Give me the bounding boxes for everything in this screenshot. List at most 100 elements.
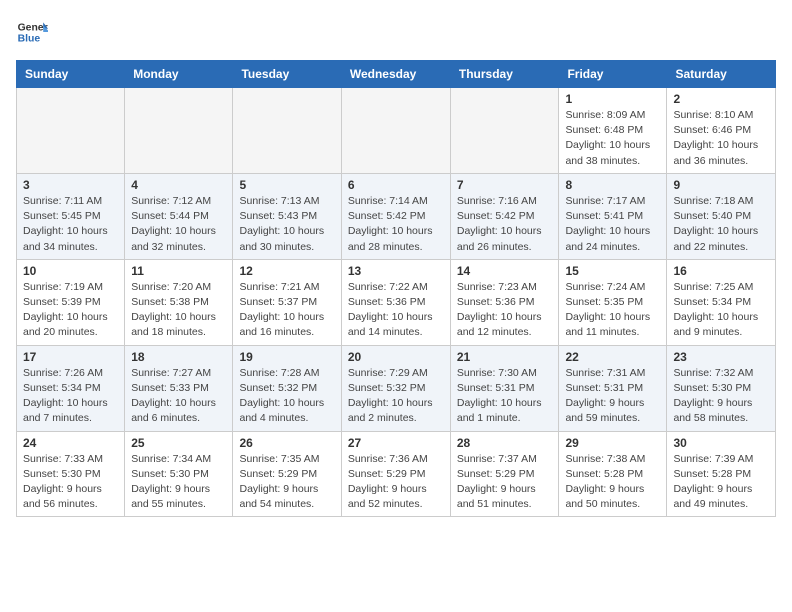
calendar-cell: 18 Sunrise: 7:27 AM Sunset: 5:33 PM Dayli… xyxy=(125,345,233,431)
calendar-cell: 15 Sunrise: 7:24 AM Sunset: 5:35 PM Dayli… xyxy=(559,259,667,345)
day-number: 7 xyxy=(457,178,553,192)
day-info: Sunrise: 7:33 AM Sunset: 5:30 PM Dayligh… xyxy=(23,452,118,513)
calendar-cell: 23 Sunrise: 7:32 AM Sunset: 5:30 PM Dayli… xyxy=(667,345,776,431)
day-number: 22 xyxy=(565,350,660,364)
calendar-cell: 24 Sunrise: 7:33 AM Sunset: 5:30 PM Dayli… xyxy=(17,431,125,517)
day-number: 16 xyxy=(673,264,769,278)
page-header: General Blue xyxy=(16,16,776,48)
day-info: Sunrise: 7:30 AM Sunset: 5:31 PM Dayligh… xyxy=(457,366,553,427)
calendar-cell: 4 Sunrise: 7:12 AM Sunset: 5:44 PM Daylig… xyxy=(125,173,233,259)
calendar-cell: 26 Sunrise: 7:35 AM Sunset: 5:29 PM Dayli… xyxy=(233,431,341,517)
day-info: Sunrise: 7:28 AM Sunset: 5:32 PM Dayligh… xyxy=(239,366,334,427)
calendar-cell: 3Sunrise: 7:11 AM Sunset: 5:45 PM Daylig… xyxy=(17,173,125,259)
calendar-cell: 21 Sunrise: 7:30 AM Sunset: 5:31 PM Dayli… xyxy=(450,345,559,431)
day-number: 14 xyxy=(457,264,553,278)
day-info: Sunrise: 7:14 AM Sunset: 5:42 PM Dayligh… xyxy=(348,194,444,255)
calendar-cell: 19 Sunrise: 7:28 AM Sunset: 5:32 PM Dayli… xyxy=(233,345,341,431)
day-number: 24 xyxy=(23,436,118,450)
day-number: 13 xyxy=(348,264,444,278)
day-info: Sunrise: 7:19 AM Sunset: 5:39 PM Dayligh… xyxy=(23,280,118,341)
day-info: Sunrise: 7:13 AM Sunset: 5:43 PM Dayligh… xyxy=(239,194,334,255)
calendar-cell: 1Sunrise: 8:09 AM Sunset: 6:48 PM Daylig… xyxy=(559,88,667,174)
day-info: Sunrise: 7:23 AM Sunset: 5:36 PM Dayligh… xyxy=(457,280,553,341)
day-number: 23 xyxy=(673,350,769,364)
calendar-cell: 25 Sunrise: 7:34 AM Sunset: 5:30 PM Dayli… xyxy=(125,431,233,517)
day-number: 9 xyxy=(673,178,769,192)
calendar-cell xyxy=(17,88,125,174)
day-info: Sunrise: 7:24 AM Sunset: 5:35 PM Dayligh… xyxy=(565,280,660,341)
weekday-thursday: Thursday xyxy=(450,61,559,88)
day-info: Sunrise: 7:36 AM Sunset: 5:29 PM Dayligh… xyxy=(348,452,444,513)
day-info: Sunrise: 7:27 AM Sunset: 5:33 PM Dayligh… xyxy=(131,366,226,427)
day-number: 15 xyxy=(565,264,660,278)
day-info: Sunrise: 7:26 AM Sunset: 5:34 PM Dayligh… xyxy=(23,366,118,427)
weekday-monday: Monday xyxy=(125,61,233,88)
weekday-wednesday: Wednesday xyxy=(341,61,450,88)
calendar-cell: 14 Sunrise: 7:23 AM Sunset: 5:36 PM Dayli… xyxy=(450,259,559,345)
calendar-cell: 22 Sunrise: 7:31 AM Sunset: 5:31 PM Dayli… xyxy=(559,345,667,431)
day-info: Sunrise: 7:34 AM Sunset: 5:30 PM Dayligh… xyxy=(131,452,226,513)
logo: General Blue xyxy=(16,16,48,48)
calendar-cell: 2Sunrise: 8:10 AM Sunset: 6:46 PM Daylig… xyxy=(667,88,776,174)
day-number: 3 xyxy=(23,178,118,192)
day-number: 26 xyxy=(239,436,334,450)
weekday-sunday: Sunday xyxy=(17,61,125,88)
day-info: Sunrise: 7:25 AM Sunset: 5:34 PM Dayligh… xyxy=(673,280,769,341)
day-number: 30 xyxy=(673,436,769,450)
calendar-week-4: 17 Sunrise: 7:26 AM Sunset: 5:34 PM Dayli… xyxy=(17,345,776,431)
calendar-cell: 20 Sunrise: 7:29 AM Sunset: 5:32 PM Dayli… xyxy=(341,345,450,431)
day-info: Sunrise: 7:20 AM Sunset: 5:38 PM Dayligh… xyxy=(131,280,226,341)
weekday-saturday: Saturday xyxy=(667,61,776,88)
day-info: Sunrise: 7:12 AM Sunset: 5:44 PM Dayligh… xyxy=(131,194,226,255)
day-info: Sunrise: 7:29 AM Sunset: 5:32 PM Dayligh… xyxy=(348,366,444,427)
day-info: Sunrise: 7:38 AM Sunset: 5:28 PM Dayligh… xyxy=(565,452,660,513)
calendar-week-5: 24 Sunrise: 7:33 AM Sunset: 5:30 PM Dayli… xyxy=(17,431,776,517)
calendar-cell: 28 Sunrise: 7:37 AM Sunset: 5:29 PM Dayli… xyxy=(450,431,559,517)
calendar-cell xyxy=(341,88,450,174)
day-number: 11 xyxy=(131,264,226,278)
day-info: Sunrise: 7:17 AM Sunset: 5:41 PM Dayligh… xyxy=(565,194,660,255)
day-info: Sunrise: 7:32 AM Sunset: 5:30 PM Dayligh… xyxy=(673,366,769,427)
calendar-cell: 30 Sunrise: 7:39 AM Sunset: 5:28 PM Dayli… xyxy=(667,431,776,517)
calendar-cell: 6Sunrise: 7:14 AM Sunset: 5:42 PM Daylig… xyxy=(341,173,450,259)
weekday-tuesday: Tuesday xyxy=(233,61,341,88)
calendar-cell: 12Sunrise: 7:21 AM Sunset: 5:37 PM Dayli… xyxy=(233,259,341,345)
day-info: Sunrise: 7:31 AM Sunset: 5:31 PM Dayligh… xyxy=(565,366,660,427)
day-number: 25 xyxy=(131,436,226,450)
day-number: 18 xyxy=(131,350,226,364)
calendar-cell xyxy=(450,88,559,174)
day-number: 29 xyxy=(565,436,660,450)
calendar-body: 1Sunrise: 8:09 AM Sunset: 6:48 PM Daylig… xyxy=(17,88,776,517)
day-number: 5 xyxy=(239,178,334,192)
day-info: Sunrise: 7:21 AM Sunset: 5:37 PM Dayligh… xyxy=(239,280,334,341)
weekday-friday: Friday xyxy=(559,61,667,88)
day-number: 17 xyxy=(23,350,118,364)
day-info: Sunrise: 7:18 AM Sunset: 5:40 PM Dayligh… xyxy=(673,194,769,255)
calendar-cell: 8Sunrise: 7:17 AM Sunset: 5:41 PM Daylig… xyxy=(559,173,667,259)
calendar-cell: 17 Sunrise: 7:26 AM Sunset: 5:34 PM Dayli… xyxy=(17,345,125,431)
day-info: Sunrise: 7:35 AM Sunset: 5:29 PM Dayligh… xyxy=(239,452,334,513)
calendar-cell: 13 Sunrise: 7:22 AM Sunset: 5:36 PM Dayli… xyxy=(341,259,450,345)
day-info: Sunrise: 8:09 AM Sunset: 6:48 PM Dayligh… xyxy=(565,108,660,169)
calendar-cell: 10 Sunrise: 7:19 AM Sunset: 5:39 PM Dayli… xyxy=(17,259,125,345)
logo-icon: General Blue xyxy=(16,16,48,48)
day-info: Sunrise: 7:37 AM Sunset: 5:29 PM Dayligh… xyxy=(457,452,553,513)
calendar-cell xyxy=(233,88,341,174)
calendar-cell: 11 Sunrise: 7:20 AM Sunset: 5:38 PM Dayli… xyxy=(125,259,233,345)
calendar-cell: 27Sunrise: 7:36 AM Sunset: 5:29 PM Dayli… xyxy=(341,431,450,517)
calendar-cell: 29 Sunrise: 7:38 AM Sunset: 5:28 PM Dayli… xyxy=(559,431,667,517)
day-number: 21 xyxy=(457,350,553,364)
day-number: 28 xyxy=(457,436,553,450)
day-number: 19 xyxy=(239,350,334,364)
svg-text:Blue: Blue xyxy=(18,34,41,45)
calendar-cell: 9 Sunrise: 7:18 AM Sunset: 5:40 PM Daylig… xyxy=(667,173,776,259)
calendar-cell: 7Sunrise: 7:16 AM Sunset: 5:42 PM Daylig… xyxy=(450,173,559,259)
day-number: 20 xyxy=(348,350,444,364)
day-info: Sunrise: 7:22 AM Sunset: 5:36 PM Dayligh… xyxy=(348,280,444,341)
day-number: 10 xyxy=(23,264,118,278)
day-number: 4 xyxy=(131,178,226,192)
calendar-table: SundayMondayTuesdayWednesdayThursdayFrid… xyxy=(16,60,776,517)
day-number: 2 xyxy=(673,92,769,106)
calendar-week-2: 3Sunrise: 7:11 AM Sunset: 5:45 PM Daylig… xyxy=(17,173,776,259)
day-info: Sunrise: 7:39 AM Sunset: 5:28 PM Dayligh… xyxy=(673,452,769,513)
